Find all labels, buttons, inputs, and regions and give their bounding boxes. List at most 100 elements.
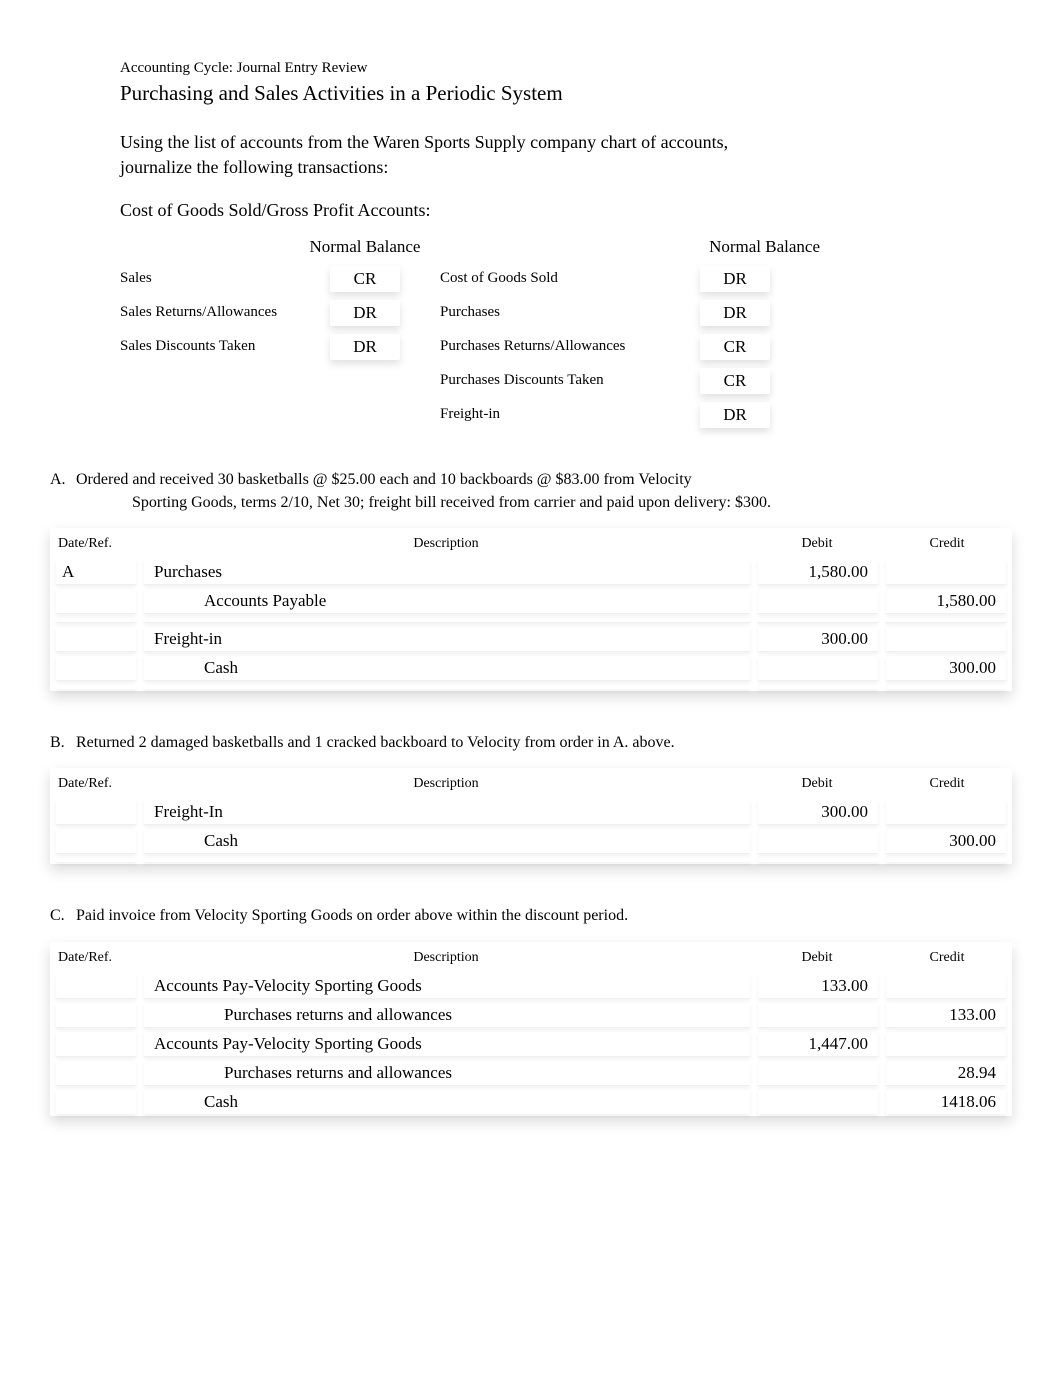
cell-credit[interactable]: 300.00: [886, 656, 1006, 681]
account-name: Freight-in: [440, 406, 700, 423]
cell-debit[interactable]: [758, 1003, 878, 1028]
cell-debit[interactable]: [758, 589, 878, 614]
cell-ref[interactable]: A: [56, 560, 136, 585]
col-header-description: Description: [140, 534, 752, 558]
cell-description[interactable]: Purchases: [144, 560, 750, 585]
cell-debit[interactable]: [758, 685, 878, 689]
col-header-debit: Debit: [752, 534, 882, 558]
account-row: SalesCRCost of Goods SoldDR: [120, 266, 1012, 292]
cell-ref[interactable]: [56, 1003, 136, 1028]
cell-description[interactable]: Freight-In: [144, 800, 750, 825]
cell-ref[interactable]: [56, 589, 136, 614]
section-prompt: A. Ordered and received 30 basketballs @…: [50, 468, 1012, 514]
cell-debit[interactable]: [758, 656, 878, 681]
journal-header-row: Date/Ref.DescriptionDebitCredit: [50, 948, 1012, 972]
cell-ref[interactable]: [56, 858, 136, 862]
cell-credit[interactable]: [886, 974, 1006, 999]
accounts-table: Normal Balance Normal Balance SalesCRCos…: [120, 237, 1012, 427]
journal-section: A. Ordered and received 30 basketballs @…: [50, 468, 1012, 691]
journal-table: Date/Ref.DescriptionDebitCreditAccounts …: [50, 942, 1012, 1116]
cell-debit[interactable]: [758, 829, 878, 854]
cell-description[interactable]: [144, 618, 750, 623]
cell-description[interactable]: Cash: [144, 829, 750, 854]
account-name: Purchases: [440, 304, 700, 321]
cell-debit[interactable]: [758, 1061, 878, 1086]
cell-credit[interactable]: 300.00: [886, 829, 1006, 854]
cell-description[interactable]: Purchases returns and allowances: [144, 1061, 750, 1086]
cell-description[interactable]: Freight-in: [144, 627, 750, 652]
cell-credit[interactable]: 1,580.00: [886, 589, 1006, 614]
cell-ref[interactable]: [56, 685, 136, 689]
journal-row: Accounts Pay-Velocity Sporting Goods 133.…: [50, 972, 1012, 1001]
section-text-line: Ordered and received 30 basketballs @ $2…: [72, 471, 692, 488]
page-title: Purchasing and Sales Activities in a Per…: [120, 81, 1012, 106]
account-balance: DR: [330, 334, 400, 360]
col-header-ref: Date/Ref.: [50, 774, 140, 798]
cell-credit[interactable]: 133.00: [886, 1003, 1006, 1028]
journal-row: Accounts Payable 1,580.00: [50, 587, 1012, 616]
col-header-credit: Credit: [882, 534, 1012, 558]
section-prompt: B. Returned 2 damaged basketballs and 1 …: [50, 731, 1012, 754]
page-subtitle: Accounting Cycle: Journal Entry Review: [120, 60, 1012, 77]
cell-debit[interactable]: 133.00: [758, 974, 878, 999]
normal-balance-header-right: Normal Balance: [430, 237, 830, 257]
cell-credit[interactable]: [886, 1032, 1006, 1057]
cell-description[interactable]: Purchases returns and allowances: [144, 1003, 750, 1028]
section-text-line: Sporting Goods, terms 2/10, Net 30; frei…: [50, 491, 1012, 514]
cell-debit[interactable]: 1,580.00: [758, 560, 878, 585]
cell-description[interactable]: [144, 685, 750, 689]
account-balance: CR: [700, 334, 770, 360]
cell-credit[interactable]: [886, 685, 1006, 689]
account-row: Freight-inDR: [120, 402, 1012, 428]
cell-description[interactable]: [144, 858, 750, 862]
cell-ref[interactable]: [56, 627, 136, 652]
cell-ref[interactable]: [56, 829, 136, 854]
cell-description[interactable]: Cash: [144, 656, 750, 681]
section-letter: B.: [50, 731, 72, 754]
journal-row: Purchases returns and allowances 133.00: [50, 1001, 1012, 1030]
account-row: Sales Discounts TakenDRPurchases Returns…: [120, 334, 1012, 360]
cell-description[interactable]: Accounts Pay-Velocity Sporting Goods: [144, 974, 750, 999]
journal-row: A Purchases 1,580.00: [50, 558, 1012, 587]
journal-section: C. Paid invoice from Velocity Sporting G…: [50, 904, 1012, 1115]
account-balance: DR: [700, 266, 770, 292]
cell-debit[interactable]: [758, 1090, 878, 1114]
cell-debit[interactable]: 300.00: [758, 800, 878, 825]
cell-credit[interactable]: 28.94: [886, 1061, 1006, 1086]
section-text-line: Paid invoice from Velocity Sporting Good…: [72, 907, 628, 924]
cell-credit[interactable]: [886, 560, 1006, 585]
account-name: Purchases Discounts Taken: [440, 372, 700, 389]
col-header-credit: Credit: [882, 948, 1012, 972]
cell-debit[interactable]: 1,447.00: [758, 1032, 878, 1057]
cell-ref[interactable]: [56, 1061, 136, 1086]
cell-ref[interactable]: [56, 800, 136, 825]
cell-credit[interactable]: 1418.06: [886, 1090, 1006, 1114]
cell-description[interactable]: Cash: [144, 1090, 750, 1114]
cell-debit[interactable]: [758, 858, 878, 862]
journal-row: [50, 683, 1012, 691]
cell-debit[interactable]: 300.00: [758, 627, 878, 652]
account-name: Purchases Returns/Allowances: [440, 338, 700, 355]
cell-ref[interactable]: [56, 618, 136, 623]
cell-credit[interactable]: [886, 627, 1006, 652]
section-prompt: C. Paid invoice from Velocity Sporting G…: [50, 904, 1012, 927]
journal-row: Cash 300.00: [50, 654, 1012, 683]
cell-ref[interactable]: [56, 1090, 136, 1114]
cell-credit[interactable]: [886, 858, 1006, 862]
journal-row: Freight-in 300.00: [50, 625, 1012, 654]
col-header-ref: Date/Ref.: [50, 534, 140, 558]
journal-row: [50, 856, 1012, 864]
cell-credit[interactable]: [886, 800, 1006, 825]
cell-debit[interactable]: [758, 618, 878, 623]
journal-row: Cash 1418.06: [50, 1088, 1012, 1116]
cell-description[interactable]: Accounts Payable: [144, 589, 750, 614]
cell-ref[interactable]: [56, 974, 136, 999]
cell-ref[interactable]: [56, 1032, 136, 1057]
journal-row: Purchases returns and allowances 28.94: [50, 1059, 1012, 1088]
cell-description[interactable]: Accounts Pay-Velocity Sporting Goods: [144, 1032, 750, 1057]
cell-ref[interactable]: [56, 656, 136, 681]
account-name: Cost of Goods Sold: [440, 270, 700, 287]
cell-credit[interactable]: [886, 618, 1006, 623]
account-name: Sales Returns/Allowances: [120, 304, 330, 321]
account-balance: DR: [700, 402, 770, 428]
